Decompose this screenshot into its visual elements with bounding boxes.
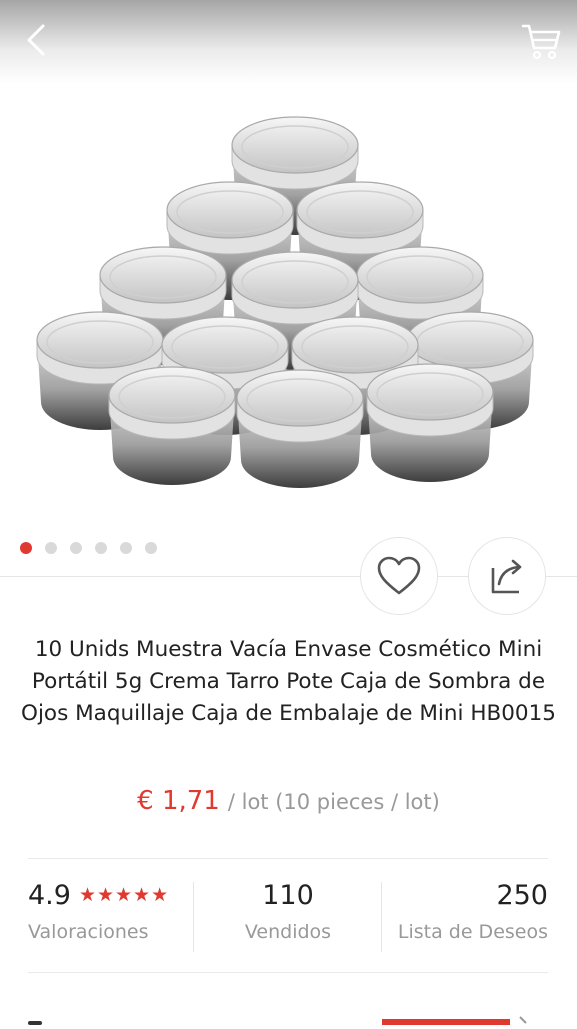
product-title: 10 Unids Muestra Vacía Envase Cosmético … <box>21 637 556 726</box>
sold-stat: 110 Vendidos <box>194 880 382 943</box>
jar <box>108 366 236 485</box>
share-button[interactable] <box>468 537 546 615</box>
share-icon <box>491 559 522 594</box>
back-button[interactable] <box>16 18 60 62</box>
rating-label: Valoraciones <box>28 921 149 943</box>
cart-button[interactable] <box>519 18 563 62</box>
sold-count: 110 <box>262 880 314 911</box>
sold-label: Vendidos <box>244 921 332 943</box>
pager-dot[interactable] <box>145 542 157 554</box>
pager-dot[interactable] <box>95 542 107 554</box>
chevron-left-icon <box>27 24 45 56</box>
wishlist-stat: 250 Lista de Deseos <box>382 880 548 943</box>
cart-icon <box>521 24 561 60</box>
rating-value: 4.9 <box>28 880 71 911</box>
pager-dot[interactable] <box>70 542 82 554</box>
heart-icon <box>377 556 421 595</box>
pager-dot[interactable] <box>120 542 132 554</box>
image-pager-dots <box>20 542 157 554</box>
price-unit: / lot (10 pieces / lot) <box>227 790 440 814</box>
wishlist-label: Lista de Deseos <box>397 921 548 943</box>
next-section-peek <box>0 1010 577 1025</box>
rating-stat[interactable]: 4.9 ★★★★★ Valoraciones <box>28 880 169 943</box>
product-price: € 1,71 <box>137 786 220 816</box>
divider <box>28 972 548 973</box>
wishlist-button[interactable] <box>360 537 438 615</box>
top-bar <box>0 0 577 84</box>
jar <box>236 369 364 488</box>
pager-dot-active[interactable] <box>20 542 32 554</box>
wishlist-count: 250 <box>496 880 548 911</box>
price-row: € 1,71 / lot (10 pieces / lot) <box>0 786 577 816</box>
product-stats: 4.9 ★★★★★ Valoraciones 110 Vendidos 250 L… <box>0 870 577 960</box>
pager-dot[interactable] <box>45 542 57 554</box>
rating-stars: ★★★★★ <box>78 884 170 906</box>
divider <box>28 858 548 859</box>
jar <box>366 363 494 482</box>
